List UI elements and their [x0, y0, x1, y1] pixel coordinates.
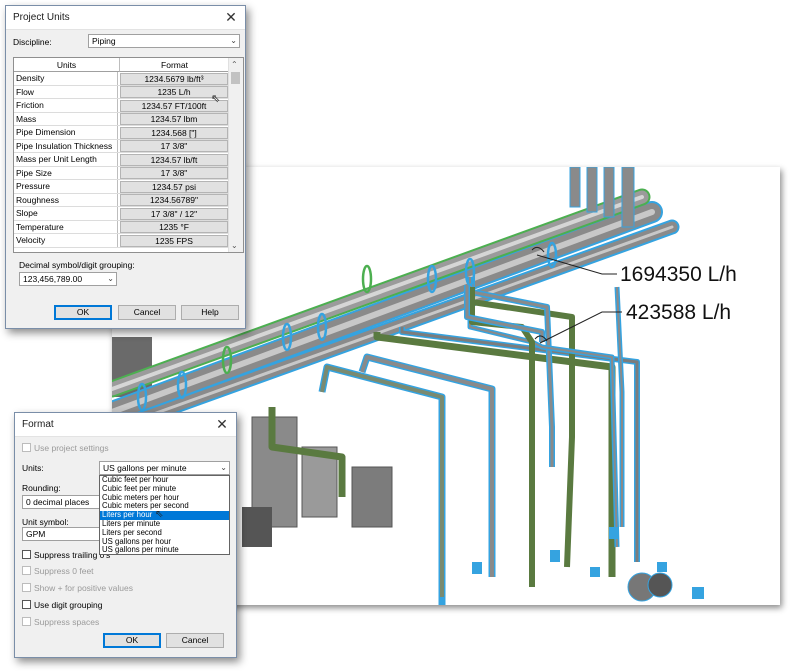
unit-format-button[interactable]: 1234.5679 lb/ft³	[120, 72, 228, 85]
unit-format-button[interactable]: 1235 °F	[120, 221, 228, 233]
units-dropdown-list[interactable]: Cubic feet per hour Cubic feet per minute…	[99, 475, 230, 555]
unit-name-cell: Friction	[14, 99, 118, 112]
unit-name-cell: Slope	[14, 207, 118, 220]
table-row[interactable]: Friction 1234.57 FT/100ft	[14, 99, 229, 113]
scroll-down-icon[interactable]: ⌄	[231, 241, 238, 250]
decimal-symbol-select[interactable]: 123,456,789.00 ⌄	[19, 272, 117, 286]
chevron-down-icon: ⌄	[220, 463, 227, 472]
column-header-units[interactable]: Units	[14, 58, 120, 72]
units-option[interactable]: US gallons per minute	[100, 546, 229, 555]
unit-format-button[interactable]: 1234.56789"	[120, 194, 228, 206]
unit-name-cell: Pipe Dimension	[14, 126, 118, 139]
unit-symbol-select[interactable]: GPM	[22, 527, 102, 541]
table-row[interactable]: Temperature 1235 °F	[14, 220, 229, 234]
unit-format-button[interactable]: 17 3/8"	[120, 140, 228, 152]
flow-tag-lower[interactable]: 423588 L/h	[626, 301, 731, 324]
rounding-label: Rounding:	[22, 483, 61, 493]
table-row[interactable]: Slope 17 3/8" / 12"	[14, 207, 229, 221]
table-scrollbar[interactable]: ⌃ ⌄	[228, 58, 243, 252]
table-row[interactable]: Pipe Insulation Thickness 17 3/8"	[14, 139, 229, 153]
ok-button[interactable]: OK	[103, 633, 161, 648]
chevron-down-icon: ⌄	[230, 36, 237, 45]
discipline-label: Discipline:	[13, 37, 52, 47]
use-project-settings-checkbox[interactable]	[22, 443, 31, 452]
unit-name-cell: Velocity	[14, 234, 118, 247]
table-row[interactable]: Velocity 1235 FPS	[14, 234, 229, 248]
table-row[interactable]: Density 1234.5679 lb/ft³	[14, 72, 229, 86]
close-icon[interactable]: ✕	[223, 9, 239, 25]
scrollbar-thumb[interactable]	[231, 72, 240, 84]
units-select[interactable]: US gallons per minute ⌄	[99, 461, 230, 475]
unit-name-cell: Mass	[14, 112, 118, 125]
chevron-down-icon: ⌄	[107, 274, 114, 283]
cancel-button[interactable]: Cancel	[118, 305, 176, 320]
table-row[interactable]: Mass 1234.57 lbm	[14, 112, 229, 126]
table-row[interactable]: Pipe Size 17 3/8"	[14, 166, 229, 180]
unit-format-button[interactable]: 1234.57 lbm	[120, 113, 228, 125]
dialog-title: Project Units	[13, 12, 70, 23]
unit-name-cell: Density	[14, 72, 118, 85]
flow-tag-upper[interactable]: 1694350 L/h	[620, 263, 737, 286]
project-units-dialog: Project Units ✕ Discipline: Piping ⌄ Uni…	[5, 5, 246, 329]
unit-format-button[interactable]: 1234.568 ["]	[120, 126, 228, 139]
unit-name-cell: Temperature	[14, 220, 118, 233]
show-plus-label: Show + for positive values	[34, 583, 133, 593]
table-row[interactable]: Flow 1235 L/h	[14, 85, 229, 99]
units-label: Units:	[22, 463, 44, 473]
help-button[interactable]: Help	[181, 305, 239, 320]
unit-name-cell: Pipe Size	[14, 166, 118, 179]
decimal-symbol-label: Decimal symbol/digit grouping:	[19, 260, 135, 270]
unit-symbol-value: GPM	[26, 529, 46, 539]
unit-format-button[interactable]: 1234.57 psi	[120, 180, 228, 193]
dialog-title: Format	[22, 419, 54, 430]
discipline-select[interactable]: Piping ⌄	[88, 34, 240, 48]
column-header-format[interactable]: Format	[120, 58, 230, 72]
rounding-select[interactable]: 0 decimal places	[22, 495, 102, 509]
unit-name-cell: Mass per Unit Length	[14, 153, 118, 166]
close-icon[interactable]: ✕	[214, 416, 230, 432]
scroll-up-icon[interactable]: ⌃	[231, 60, 238, 69]
suppress-zero-feet-label: Suppress 0 feet	[34, 566, 94, 576]
mouse-cursor-icon: ⇖	[155, 509, 164, 520]
use-digit-grouping-checkbox[interactable]	[22, 600, 31, 609]
unit-name-cell: Flow	[14, 85, 118, 98]
rounding-value: 0 decimal places	[26, 497, 90, 507]
use-digit-grouping-label: Use digit grouping	[34, 600, 103, 610]
table-row[interactable]: Mass per Unit Length 1234.57 lb/ft	[14, 153, 229, 167]
suppress-spaces-label: Suppress spaces	[34, 617, 100, 627]
table-row[interactable]: Pipe Dimension 1234.568 ["]	[14, 126, 229, 140]
decimal-symbol-value: 123,456,789.00	[23, 274, 83, 284]
unit-symbol-label: Unit symbol:	[22, 517, 69, 527]
unit-name-cell: Pressure	[14, 180, 118, 193]
unit-format-button[interactable]: 1235 FPS	[120, 234, 228, 247]
discipline-value: Piping	[92, 36, 116, 46]
title-bar[interactable]: Format ✕	[15, 413, 236, 437]
cancel-button[interactable]: Cancel	[166, 633, 224, 648]
ok-button[interactable]: OK	[54, 305, 112, 320]
title-bar[interactable]: Project Units ✕	[6, 6, 245, 30]
use-project-settings-label: Use project settings	[34, 443, 109, 453]
table-row[interactable]: Roughness 1234.56789"	[14, 193, 229, 207]
unit-format-button[interactable]: 1234.57 lb/ft	[120, 153, 228, 166]
mouse-cursor-icon: ⇖	[211, 93, 221, 105]
table-row[interactable]: Pressure 1234.57 psi	[14, 180, 229, 194]
show-plus-checkbox[interactable]	[22, 583, 31, 592]
suppress-spaces-checkbox[interactable]	[22, 617, 31, 626]
suppress-zero-feet-checkbox[interactable]	[22, 566, 31, 575]
unit-name-cell: Roughness	[14, 193, 118, 206]
units-table[interactable]: Units Format Density 1234.5679 lb/ft³ Flow…	[13, 57, 244, 253]
units-value: US gallons per minute	[103, 463, 187, 473]
unit-format-button[interactable]: 17 3/8" / 12"	[120, 207, 228, 220]
unit-name-cell: Pipe Insulation Thickness	[14, 139, 118, 152]
unit-format-button[interactable]: 17 3/8"	[120, 167, 228, 179]
format-dialog: Format ✕ Use project settings Units: US …	[14, 412, 237, 658]
suppress-trailing-zeros-checkbox[interactable]	[22, 550, 31, 559]
